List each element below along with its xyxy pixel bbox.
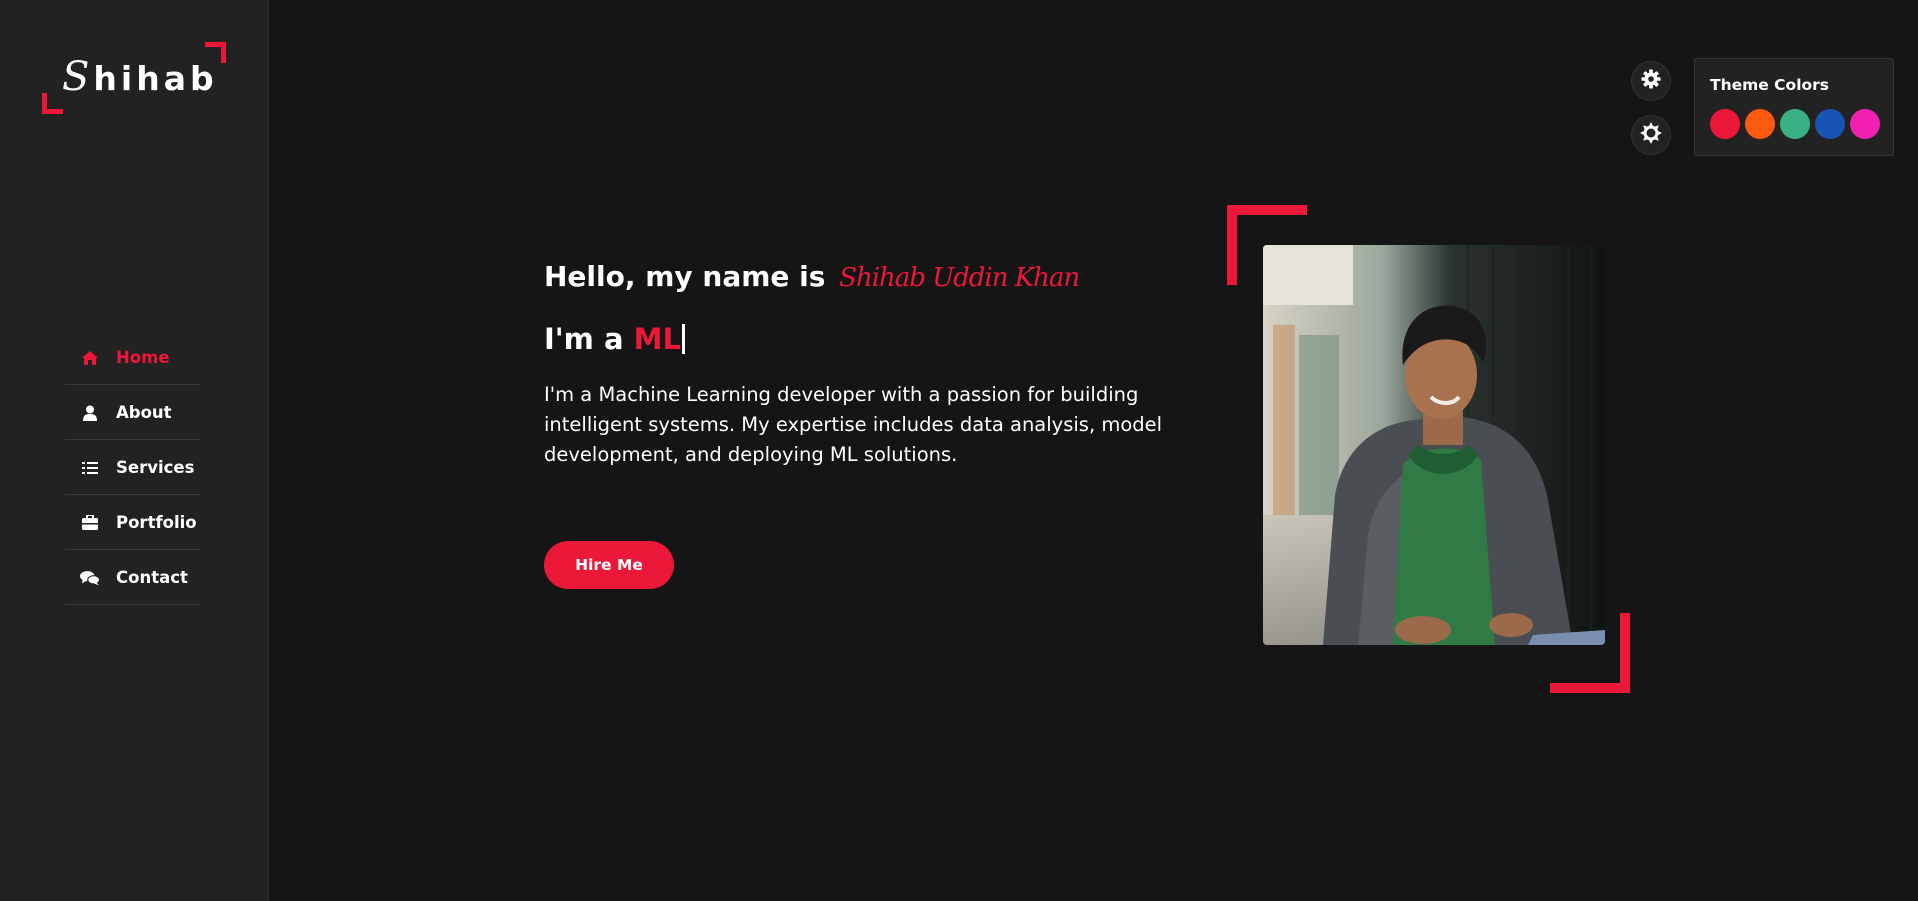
sun-icon — [1640, 122, 1662, 148]
nav-label: Portfolio — [116, 513, 197, 532]
nav-label: Services — [116, 458, 195, 477]
briefcase-icon — [80, 515, 100, 531]
logo[interactable]: Shihab — [42, 42, 226, 114]
greeting-text: Hello, my name is — [544, 260, 826, 293]
settings-button[interactable] — [1631, 61, 1671, 101]
nav-label: Contact — [116, 568, 188, 587]
theme-toggle-button[interactable] — [1631, 115, 1671, 155]
logo-rest: hihab — [93, 59, 218, 98]
logo-corner-bottom-left — [42, 93, 63, 114]
home-icon — [80, 350, 100, 366]
color-swatch-blue[interactable] — [1815, 109, 1845, 139]
logo-initial: S — [62, 54, 94, 100]
nav-item-about[interactable]: About — [65, 386, 200, 440]
nav-label: About — [116, 403, 172, 422]
theme-colors-title: Theme Colors — [1710, 76, 1830, 94]
user-icon — [80, 405, 100, 421]
person-name: Shihab Uddin Khan — [839, 263, 1080, 293]
nav-item-home[interactable]: Home — [65, 331, 200, 385]
logo-text: Shihab — [62, 54, 218, 100]
color-swatch-pink[interactable] — [1850, 109, 1880, 139]
profile-photo-frame — [1227, 205, 1642, 695]
bio-paragraph: I'm a Machine Learning developer with a … — [544, 383, 1163, 466]
color-swatches — [1710, 109, 1880, 139]
color-swatch-red[interactable] — [1710, 109, 1740, 139]
list-icon — [80, 460, 100, 476]
typing-cursor — [682, 324, 686, 354]
color-swatch-green[interactable] — [1780, 109, 1810, 139]
nav-item-portfolio[interactable]: Portfolio — [65, 496, 200, 550]
profile-photo — [1263, 245, 1605, 645]
greeting-heading: Hello, my name is Shihab Uddin Khan — [544, 260, 1080, 293]
role-word: ML — [633, 322, 682, 356]
color-swatch-orange[interactable] — [1745, 109, 1775, 139]
nav-item-services[interactable]: Services — [65, 441, 200, 495]
sidebar-nav: Home About Services Portfolio Contact — [65, 331, 200, 606]
comments-icon — [80, 570, 100, 586]
gear-icon — [1641, 69, 1661, 93]
role-heading: I'm a ML — [544, 322, 686, 356]
theme-colors-panel: Theme Colors — [1694, 58, 1894, 156]
hire-me-button[interactable]: Hire Me — [544, 541, 674, 589]
role-prefix: I'm a — [544, 322, 624, 356]
sidebar: Shihab Home About Services Portfolio Con… — [0, 0, 269, 901]
nav-item-contact[interactable]: Contact — [65, 551, 200, 605]
nav-label: Home — [116, 348, 170, 367]
